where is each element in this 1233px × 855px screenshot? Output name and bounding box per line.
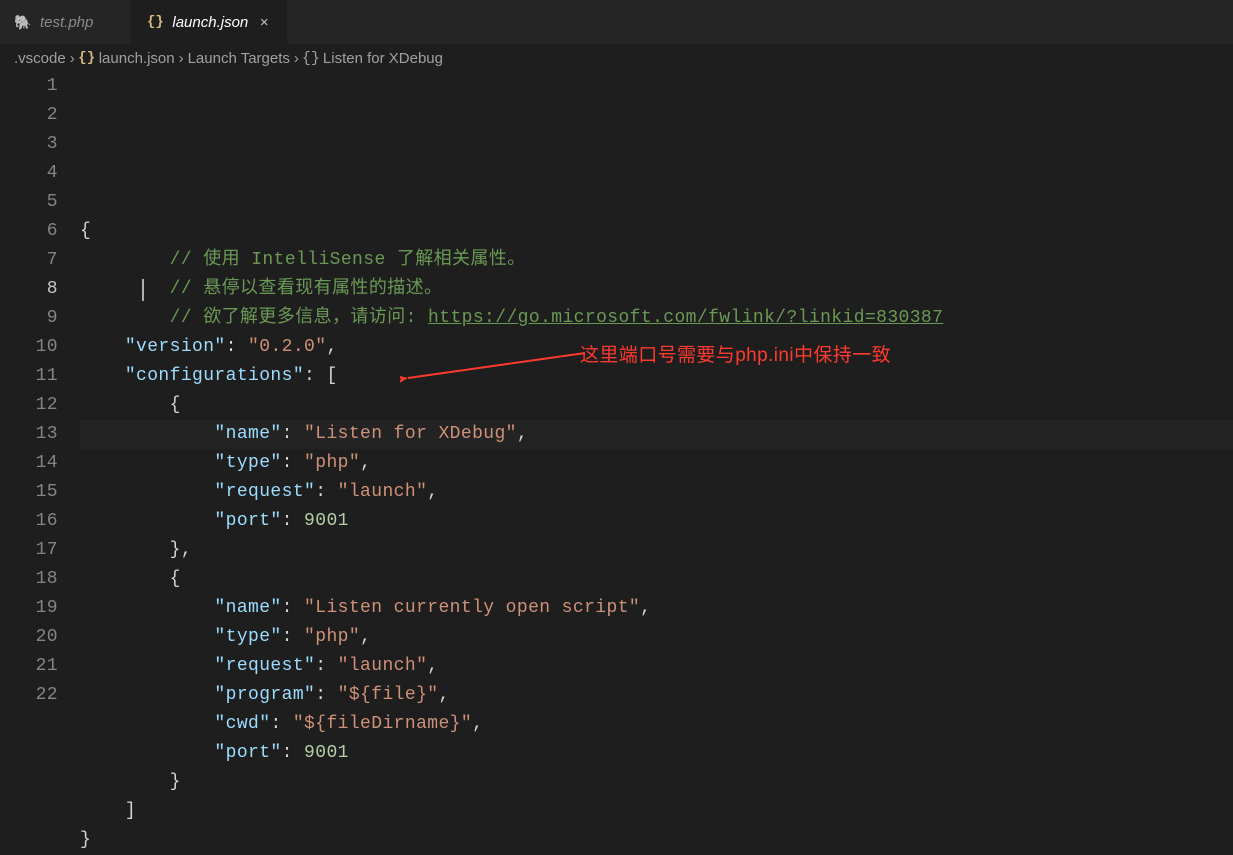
php-icon: 🐘 <box>14 13 32 31</box>
code-line[interactable]: "port": 9001 <box>80 739 1233 768</box>
code-line[interactable]: // 欲了解更多信息，请访问: https://go.microsoft.com… <box>80 304 1233 333</box>
code-line[interactable]: // 使用 IntelliSense 了解相关属性。 <box>80 246 1233 275</box>
code-area[interactable]: 这里端口号需要与php.ini中保持一致 { // 使用 IntelliSens… <box>80 72 1233 855</box>
tab-bar: 🐘 test.php × {} launch.json × <box>0 0 1233 44</box>
line-number: 17 <box>0 536 58 565</box>
code-line[interactable]: "type": "php", <box>80 623 1233 652</box>
code-line[interactable]: ] <box>80 797 1233 826</box>
json-icon: {} <box>79 50 95 66</box>
chevron-right-icon: › <box>70 50 75 67</box>
json-icon: {} <box>146 13 164 31</box>
line-number: 11 <box>0 362 58 391</box>
code-line[interactable]: "port": 9001 <box>80 507 1233 536</box>
line-number-gutter: 12345678910111213141516171819202122 <box>0 72 80 855</box>
tab-test-php[interactable]: 🐘 test.php × <box>0 0 132 44</box>
tab-label: test.php <box>40 14 93 31</box>
line-number: 3 <box>0 130 58 159</box>
code-line[interactable]: "version": "0.2.0", <box>80 333 1233 362</box>
tab-label: launch.json <box>172 14 248 31</box>
line-number: 7 <box>0 246 58 275</box>
line-number: 5 <box>0 188 58 217</box>
code-line[interactable]: "type": "php", <box>80 449 1233 478</box>
line-number: 19 <box>0 594 58 623</box>
code-line[interactable]: { <box>80 565 1233 594</box>
line-number: 1 <box>0 72 58 101</box>
code-line[interactable]: "request": "launch", <box>80 652 1233 681</box>
line-number: 13 <box>0 420 58 449</box>
line-number: 2 <box>0 101 58 130</box>
line-number: 6 <box>0 217 58 246</box>
breadcrumb-item[interactable]: Launch Targets <box>188 50 290 67</box>
code-line[interactable]: "program": "${file}", <box>80 681 1233 710</box>
breadcrumb-item[interactable]: .vscode <box>14 50 66 67</box>
tab-launch-json[interactable]: {} launch.json × <box>132 0 287 44</box>
line-number: 22 <box>0 681 58 710</box>
chevron-right-icon: › <box>294 50 299 67</box>
code-line[interactable]: { <box>80 217 1233 246</box>
breadcrumb-item[interactable]: {} Listen for XDebug <box>303 50 443 67</box>
line-number: 10 <box>0 333 58 362</box>
breadcrumb-label: .vscode <box>14 50 66 67</box>
line-number: 9 <box>0 304 58 333</box>
breadcrumb-label: launch.json <box>99 50 175 67</box>
line-number: 18 <box>0 565 58 594</box>
line-number: 20 <box>0 623 58 652</box>
code-line[interactable]: "cwd": "${fileDirname}", <box>80 710 1233 739</box>
code-line[interactable]: } <box>80 826 1233 855</box>
breadcrumb-item[interactable]: {} launch.json <box>79 50 175 67</box>
line-number: 4 <box>0 159 58 188</box>
code-line[interactable]: } <box>80 768 1233 797</box>
close-icon[interactable]: × <box>256 14 272 31</box>
line-number: 14 <box>0 449 58 478</box>
code-line[interactable]: }, <box>80 536 1233 565</box>
braces-icon: {} <box>303 50 319 66</box>
breadcrumb-label: Listen for XDebug <box>323 50 443 67</box>
line-number: 21 <box>0 652 58 681</box>
breadcrumb-label: Launch Targets <box>188 50 290 67</box>
line-number: 8 <box>0 275 58 304</box>
line-number: 12 <box>0 391 58 420</box>
code-line[interactable]: "configurations": [ <box>80 362 1233 391</box>
line-number: 15 <box>0 478 58 507</box>
line-number: 16 <box>0 507 58 536</box>
code-line[interactable]: "request": "launch", <box>80 478 1233 507</box>
text-cursor <box>142 279 144 301</box>
code-line[interactable]: // 悬停以查看现有属性的描述。 <box>80 275 1233 304</box>
chevron-right-icon: › <box>179 50 184 67</box>
editor[interactable]: 12345678910111213141516171819202122 这里端口… <box>0 72 1233 855</box>
code-line[interactable]: { <box>80 391 1233 420</box>
breadcrumb[interactable]: .vscode › {} launch.json › Launch Target… <box>0 44 1233 72</box>
code-line[interactable]: "name": "Listen currently open script", <box>80 594 1233 623</box>
code-line[interactable]: "name": "Listen for XDebug", <box>80 420 1233 449</box>
